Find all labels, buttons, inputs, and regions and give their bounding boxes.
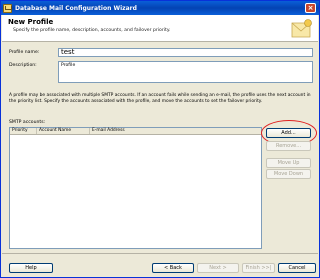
smtp-accounts-label: SMTP accounts: [9, 120, 46, 125]
back-button[interactable]: < Back [152, 263, 194, 273]
database-mail-icon [3, 3, 12, 13]
wizard-window: Database Mail Configuration Wizard × New… [0, 0, 320, 278]
smtp-accounts-grid[interactable]: Priority Account Name E-mail Address [9, 127, 262, 249]
column-header-email-address[interactable]: E-mail Address [90, 128, 261, 134]
column-header-priority[interactable]: Priority [10, 128, 37, 134]
cancel-button[interactable]: Cancel [278, 263, 316, 273]
profile-name-input[interactable]: test [58, 48, 313, 57]
page-title: New Profile [8, 18, 54, 26]
profile-name-label: Profile name: [9, 50, 40, 55]
column-header-account-name[interactable]: Account Name [37, 128, 90, 134]
wizard-header: New Profile Specify the profile name, de… [2, 15, 318, 42]
next-button[interactable]: Next > [197, 263, 239, 273]
move-up-button[interactable]: Move Up [266, 158, 311, 168]
move-down-button[interactable]: Move Down [266, 169, 311, 179]
add-button[interactable]: Add... [266, 128, 311, 138]
close-button[interactable]: × [305, 3, 316, 13]
title-bar[interactable]: Database Mail Configuration Wizard × [1, 1, 319, 15]
description-label: Description: [9, 63, 37, 68]
footer-divider [2, 253, 318, 254]
grid-header: Priority Account Name E-mail Address [10, 128, 261, 135]
envelope-graphic-icon [291, 19, 312, 38]
finish-button[interactable]: Finish >>| [242, 263, 275, 273]
description-input[interactable]: Profile [58, 61, 313, 83]
help-button[interactable]: Help [9, 263, 53, 273]
window-title: Database Mail Configuration Wizard [15, 4, 137, 12]
remove-button[interactable]: Remove... [266, 141, 311, 151]
page-subtitle: Specify the profile name, description, a… [13, 28, 171, 33]
info-text: A profile may be associated with multipl… [9, 93, 311, 104]
